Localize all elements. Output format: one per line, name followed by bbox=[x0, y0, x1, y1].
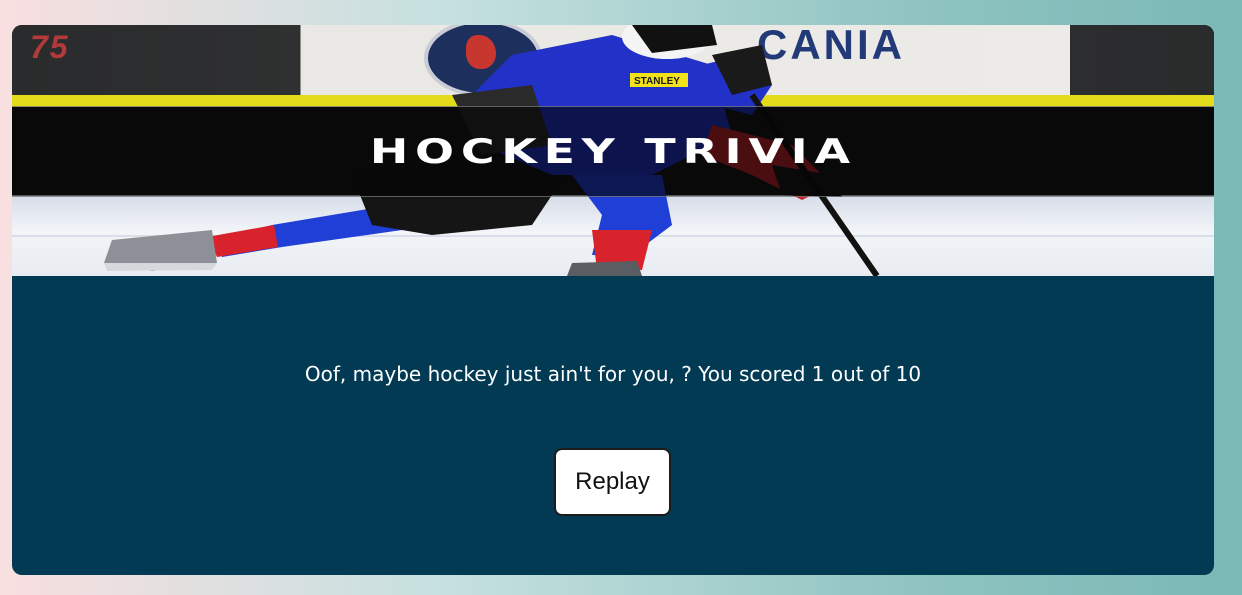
page-title: HOCKEY TRIVIA bbox=[369, 131, 857, 172]
title-band: HOCKEY TRIVIA bbox=[12, 106, 1214, 197]
hero-banner: 75 CANIA STANLEY HOCKEY TRIVIA bbox=[12, 25, 1214, 276]
result-panel: Oof, maybe hockey just ain't for you, ? … bbox=[12, 276, 1214, 575]
svg-text:STANLEY: STANLEY bbox=[634, 76, 680, 87]
score-message: Oof, maybe hockey just ain't for you, ? … bbox=[304, 362, 922, 386]
replay-button[interactable]: Replay bbox=[554, 448, 671, 516]
quiz-card: 75 CANIA STANLEY HOCKEY TRIVIA Oof, mayb… bbox=[12, 25, 1214, 575]
